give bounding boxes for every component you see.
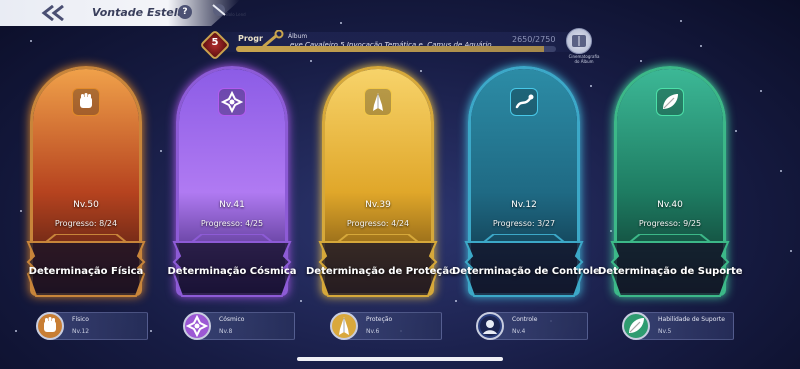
fist-icon: [36, 312, 64, 340]
card-level: Nv.39: [365, 200, 391, 210]
determination-card[interactable]: Nv.50 Progresso: 8/24 Determinação Físic…: [26, 62, 146, 300]
determination-card[interactable]: Nv.12 Progresso: 3/27 Determinação de Co…: [452, 62, 600, 300]
card-level: Nv.40: [657, 200, 683, 210]
skill-tile[interactable]: Habilidade de Suporte Nv.5: [622, 312, 734, 340]
card-progress: Progresso: 4/24: [346, 219, 410, 228]
fist-icon: [72, 88, 100, 116]
page-title: Vontade Estelar: [92, 6, 191, 19]
back-button[interactable]: [40, 4, 68, 22]
skill-name: Controle: [512, 316, 538, 323]
progress-label: Progr: [238, 34, 263, 43]
determination-card[interactable]: Nv.41 Progresso: 4/25 Determinação Cósmi…: [167, 62, 297, 300]
control-icon: [510, 88, 538, 116]
album-progress-fill: [236, 46, 545, 52]
card-level: Nv.41: [219, 200, 245, 210]
skill-tile[interactable]: Proteção Nv.6: [330, 312, 442, 340]
skill-level: Nv.4: [512, 328, 526, 335]
determination-card[interactable]: Nv.40 Progresso: 9/25 Determinação de Su…: [598, 62, 743, 300]
avatar-icon: [476, 312, 504, 340]
skill-name: Habilidade de Suporte: [658, 316, 725, 323]
skill-name: Proteção: [366, 316, 393, 323]
help-icon[interactable]: ?: [178, 5, 192, 19]
card-progress: Progresso: 4/25: [200, 219, 264, 228]
book-icon: [572, 35, 586, 47]
skill-tile[interactable]: Físico Nv.12: [36, 312, 148, 340]
skill-level: Nv.5: [658, 328, 672, 335]
album-progress-bar: [236, 46, 556, 52]
leaf-icon: [656, 88, 684, 116]
card-name: Determinação de Proteção: [306, 266, 456, 277]
skill-level: Nv.12: [72, 328, 90, 335]
progress-count: 2650/2750: [512, 35, 556, 44]
card-name: Determinação Física: [28, 266, 144, 277]
card-progress: Progresso: 3/27: [492, 219, 556, 228]
cosmic-icon: [183, 312, 211, 340]
determination-card[interactable]: Nv.39 Progresso: 4/24 Determinação de Pr…: [306, 62, 456, 300]
skill-level: Nv.8: [219, 328, 233, 335]
rank-number: 5: [211, 37, 219, 48]
praying-hands-icon: [330, 312, 358, 340]
card-level: Nv.12: [511, 200, 537, 210]
card-progress: Progresso: 9/25: [638, 219, 702, 228]
cosmic-icon: [218, 88, 246, 116]
card-name: Determinação Cósmica: [167, 266, 297, 277]
skill-name: Físico: [72, 316, 89, 323]
album-label: Álbum: [288, 33, 308, 40]
praying-hands-icon: [364, 88, 392, 116]
skill-tile[interactable]: Cósmico Nv.8: [183, 312, 295, 340]
card-progress: Progresso: 8/24: [54, 219, 118, 228]
catalog-button[interactable]: [566, 28, 592, 54]
skill-level: Nv.6: [366, 328, 380, 335]
skill-name: Cósmico: [219, 316, 245, 323]
bolo-label: Bolo Lend: [226, 12, 246, 17]
home-indicator[interactable]: [297, 357, 503, 361]
card-level: Nv.50: [73, 200, 99, 210]
card-name: Determinação de Controle: [452, 266, 600, 277]
double-chevron-left-icon: [41, 5, 64, 21]
skill-tile[interactable]: Controle Nv.4: [476, 312, 588, 340]
card-name: Determinação de Suporte: [598, 266, 743, 277]
leaf-icon: [622, 312, 650, 340]
